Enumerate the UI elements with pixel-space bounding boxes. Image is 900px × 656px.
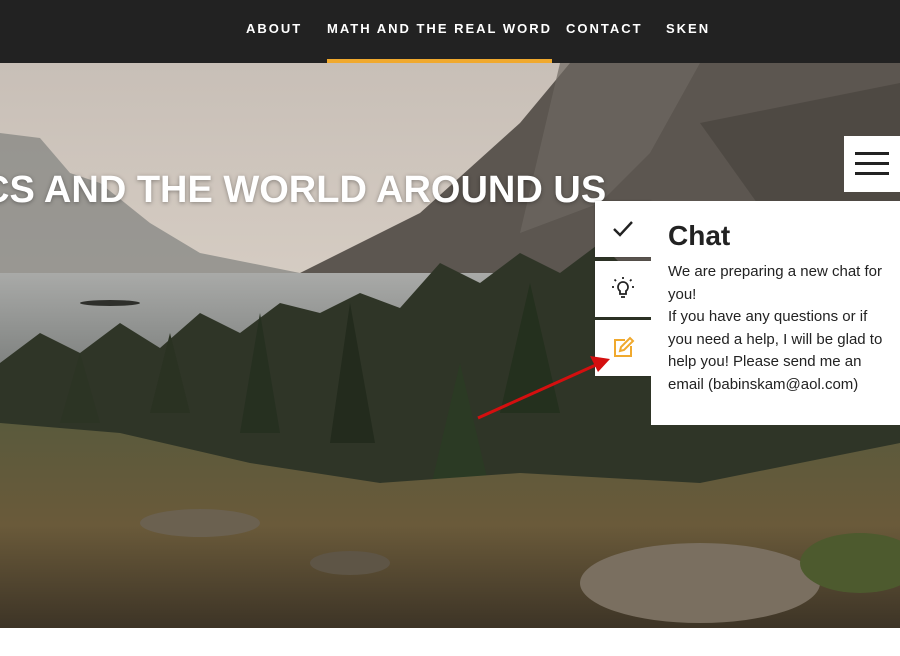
nav-item-contact[interactable]: CONTACT (566, 0, 643, 63)
chat-button[interactable] (595, 320, 651, 376)
page: ABOUT MATH AND THE REAL WORD CONTACT SKE… (0, 0, 900, 656)
edit-icon (614, 336, 635, 357)
page-bottom (0, 628, 900, 656)
chat-message-line: If you have any questions or if you need… (668, 308, 883, 393)
hamburger-icon (855, 152, 889, 155)
nav-list: ABOUT MATH AND THE REAL WORD CONTACT SKE… (0, 0, 900, 63)
ideas-button[interactable] (595, 261, 651, 317)
chat-panel: Chat We are preparing a new chat for you… (651, 201, 900, 425)
nav-item-sken[interactable]: SKEN (666, 0, 710, 63)
check-button[interactable] (595, 201, 651, 257)
hamburger-icon (855, 162, 889, 165)
nav-item-math-and-the-real-word[interactable]: MATH AND THE REAL WORD (327, 0, 553, 63)
chat-title: Chat (668, 220, 731, 251)
chat-message: We are preparing a new chat for you! If … (668, 261, 886, 396)
nav-item-about[interactable]: ABOUT (246, 0, 302, 63)
check-icon (613, 221, 633, 237)
lightbulb-icon (612, 277, 634, 298)
top-navigation: ABOUT MATH AND THE REAL WORD CONTACT SKE… (0, 0, 900, 63)
menu-button[interactable] (844, 136, 900, 192)
chat-message-line: We are preparing a new chat for you! (668, 263, 883, 303)
hamburger-icon (855, 172, 889, 175)
hero-title: CS AND THE WORLD AROUND US (0, 169, 607, 211)
